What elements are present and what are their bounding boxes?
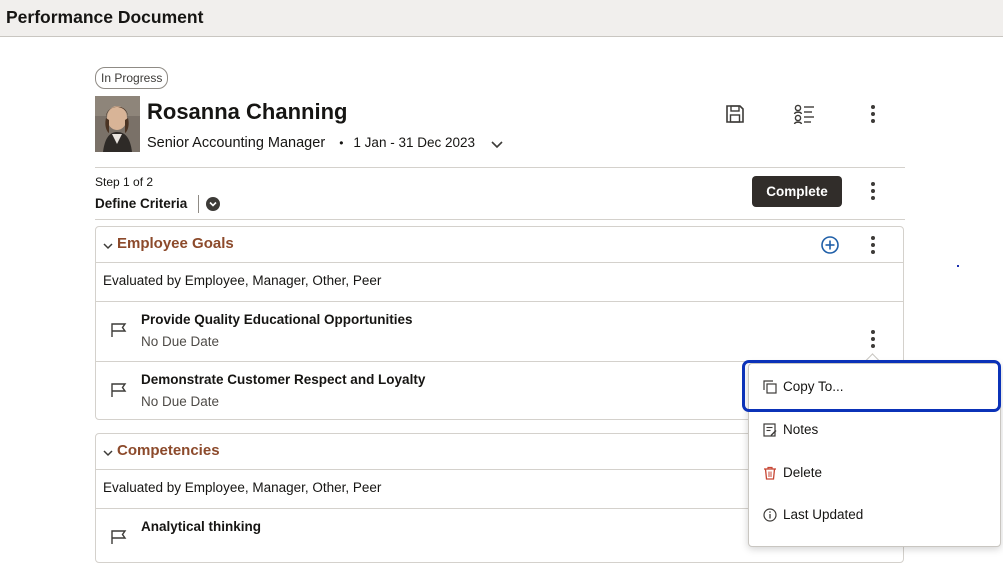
evaluated-by: Evaluated by Employee, Manager, Other, P… bbox=[96, 263, 903, 302]
header-divider bbox=[95, 167, 905, 168]
goal-item[interactable]: Provide Quality Educational Opportunitie… bbox=[96, 302, 903, 362]
header-more-actions-icon[interactable] bbox=[860, 101, 886, 127]
subtitle-separator: • bbox=[339, 136, 344, 150]
menu-item-last-updated[interactable]: Last Updated bbox=[749, 494, 1000, 536]
participants-list-icon[interactable] bbox=[791, 101, 817, 127]
section-more-actions-icon[interactable] bbox=[860, 232, 886, 258]
notes-icon bbox=[763, 423, 777, 437]
top-bar: Performance Document bbox=[0, 0, 1003, 37]
evaluated-by-text: Evaluated by Employee, Manager, Other, P… bbox=[103, 480, 382, 495]
job-title: Senior Accounting Manager bbox=[147, 135, 326, 151]
employee-name: Rosanna Channing bbox=[147, 99, 348, 124]
goal-title[interactable]: Demonstrate Customer Respect and Loyalty bbox=[141, 372, 425, 387]
step-dropdown-icon[interactable] bbox=[206, 197, 220, 211]
evaluated-by-text: Evaluated by Employee, Manager, Other, P… bbox=[103, 273, 382, 288]
main-content: In Progress Rosanna Channing Senior Acco… bbox=[0, 38, 1003, 563]
trash-icon bbox=[763, 466, 777, 480]
step-separator bbox=[198, 195, 199, 213]
collapse-chevron-icon[interactable] bbox=[102, 239, 114, 251]
save-icon[interactable] bbox=[722, 101, 748, 127]
status-badge: In Progress bbox=[95, 67, 169, 89]
avatar bbox=[95, 96, 140, 152]
context-menu: Copy To... Notes Delete Last Updated bbox=[748, 363, 1001, 547]
section-header[interactable]: Employee Goals bbox=[96, 227, 903, 263]
menu-item-delete[interactable]: Delete bbox=[749, 452, 1000, 494]
step-divider bbox=[95, 219, 905, 220]
stray-mark bbox=[957, 265, 959, 267]
add-goal-icon[interactable] bbox=[817, 232, 843, 258]
document-subtitle: Senior Accounting Manager • 1 Jan - 31 D… bbox=[147, 135, 475, 151]
goal-due-date: No Due Date bbox=[141, 394, 220, 409]
menu-item-notes[interactable]: Notes bbox=[749, 409, 1000, 451]
menu-item-label: Copy To... bbox=[783, 379, 844, 394]
step-more-actions-icon[interactable] bbox=[860, 178, 886, 204]
competency-title[interactable]: Analytical thinking bbox=[141, 519, 261, 534]
review-period: 1 Jan - 31 Dec 2023 bbox=[353, 135, 476, 150]
complete-button[interactable]: Complete bbox=[752, 176, 842, 207]
page-title: Performance Document bbox=[6, 7, 204, 27]
flag-icon bbox=[110, 322, 128, 338]
copy-icon bbox=[763, 380, 777, 394]
expand-header-chevron-icon[interactable] bbox=[488, 135, 506, 153]
menu-item-label: Delete bbox=[783, 465, 823, 480]
menu-item-copy-to[interactable]: Copy To... bbox=[749, 366, 1000, 408]
collapse-chevron-icon[interactable] bbox=[102, 446, 114, 458]
section-title[interactable]: Employee Goals bbox=[117, 235, 234, 252]
goal-due-date: No Due Date bbox=[141, 334, 220, 349]
info-icon bbox=[763, 508, 777, 522]
flag-icon bbox=[110, 382, 128, 398]
step-counter: Step 1 of 2 bbox=[95, 175, 154, 189]
section-title[interactable]: Competencies bbox=[117, 442, 220, 459]
step-name: Define Criteria bbox=[95, 196, 188, 211]
flag-icon bbox=[110, 529, 128, 545]
menu-item-label: Notes bbox=[783, 422, 819, 437]
menu-item-label: Last Updated bbox=[783, 507, 864, 522]
goal-title[interactable]: Provide Quality Educational Opportunitie… bbox=[141, 312, 413, 327]
goal-more-actions-icon[interactable] bbox=[860, 326, 886, 352]
